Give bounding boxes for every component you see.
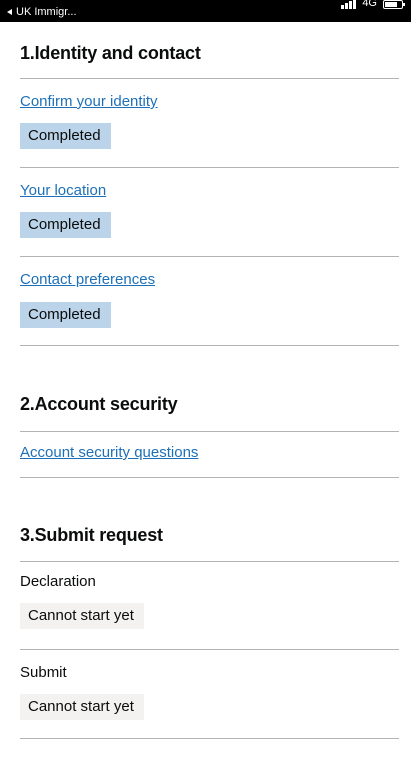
divider (20, 477, 399, 478)
divider (20, 78, 399, 79)
status-bar: UK Immigr... 4G (0, 0, 411, 22)
status-badge-confirm-identity: Completed (20, 123, 111, 149)
divider (20, 561, 399, 562)
back-to-app-button[interactable]: UK Immigr... (7, 6, 77, 18)
back-arrow-icon (7, 9, 12, 15)
status-badge-submit: Cannot start yet (20, 694, 144, 720)
contact-preferences-link[interactable]: Contact preferences (20, 271, 155, 289)
battery-icon (383, 0, 405, 9)
divider (20, 431, 399, 432)
status-badge-contact-preferences: Completed (20, 302, 111, 328)
account-security-questions-link[interactable]: Account security questions (20, 444, 198, 462)
divider (20, 345, 399, 346)
status-badge-declaration: Cannot start yet (20, 603, 144, 629)
signal-strength-icon (341, 0, 357, 9)
your-location-link[interactable]: Your location (20, 182, 106, 200)
divider (20, 256, 399, 257)
section-title-identity-contact: 1.Identity and contact (20, 43, 201, 63)
section-title-submit-request: 3.Submit request (20, 525, 163, 545)
divider (20, 167, 399, 168)
divider (20, 738, 399, 739)
declaration-task-name: Declaration (20, 573, 96, 590)
status-badge-your-location: Completed (20, 212, 111, 238)
confirm-identity-link[interactable]: Confirm your identity (20, 93, 158, 111)
section-title-account-security: 2.Account security (20, 394, 178, 414)
network-type: 4G (362, 0, 377, 9)
status-indicators: 4G (341, 0, 405, 9)
back-app-label: UK Immigr... (16, 6, 77, 18)
divider (20, 649, 399, 650)
submit-task-name: Submit (20, 664, 67, 681)
